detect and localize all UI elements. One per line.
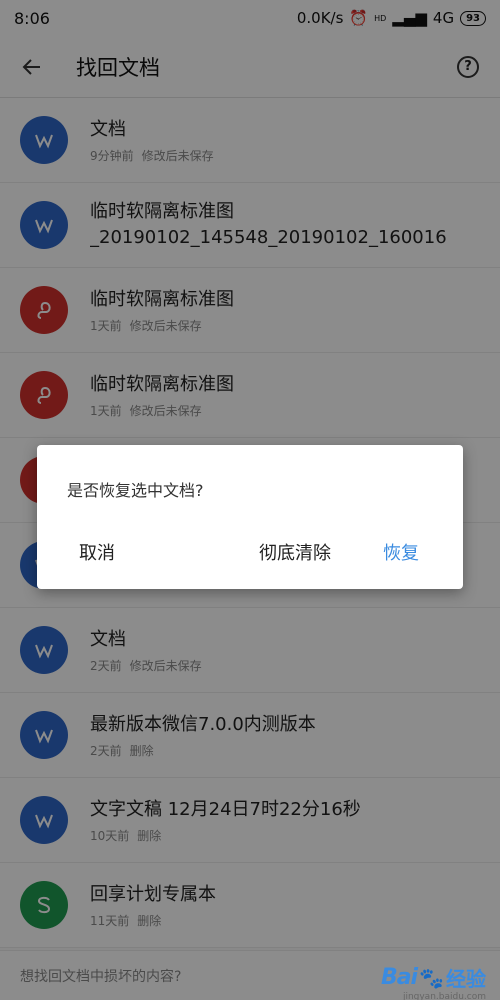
restore-dialog: 是否恢复选中文档? 取消 彻底清除 恢复 xyxy=(37,445,463,589)
watermark-text: 经验 xyxy=(446,967,486,991)
baidu-watermark: Bai 🐾 经验 xyxy=(381,963,486,992)
watermark-url: jingyan.baidu.com xyxy=(402,992,486,1000)
clear-button[interactable]: 彻底清除 xyxy=(259,539,331,565)
restore-button[interactable]: 恢复 xyxy=(383,539,419,565)
dialog-message: 是否恢复选中文档? xyxy=(67,481,204,500)
cancel-button[interactable]: 取消 xyxy=(79,539,115,565)
watermark-logo: Bai xyxy=(380,965,418,990)
paw-icon: 🐾 xyxy=(419,965,444,990)
